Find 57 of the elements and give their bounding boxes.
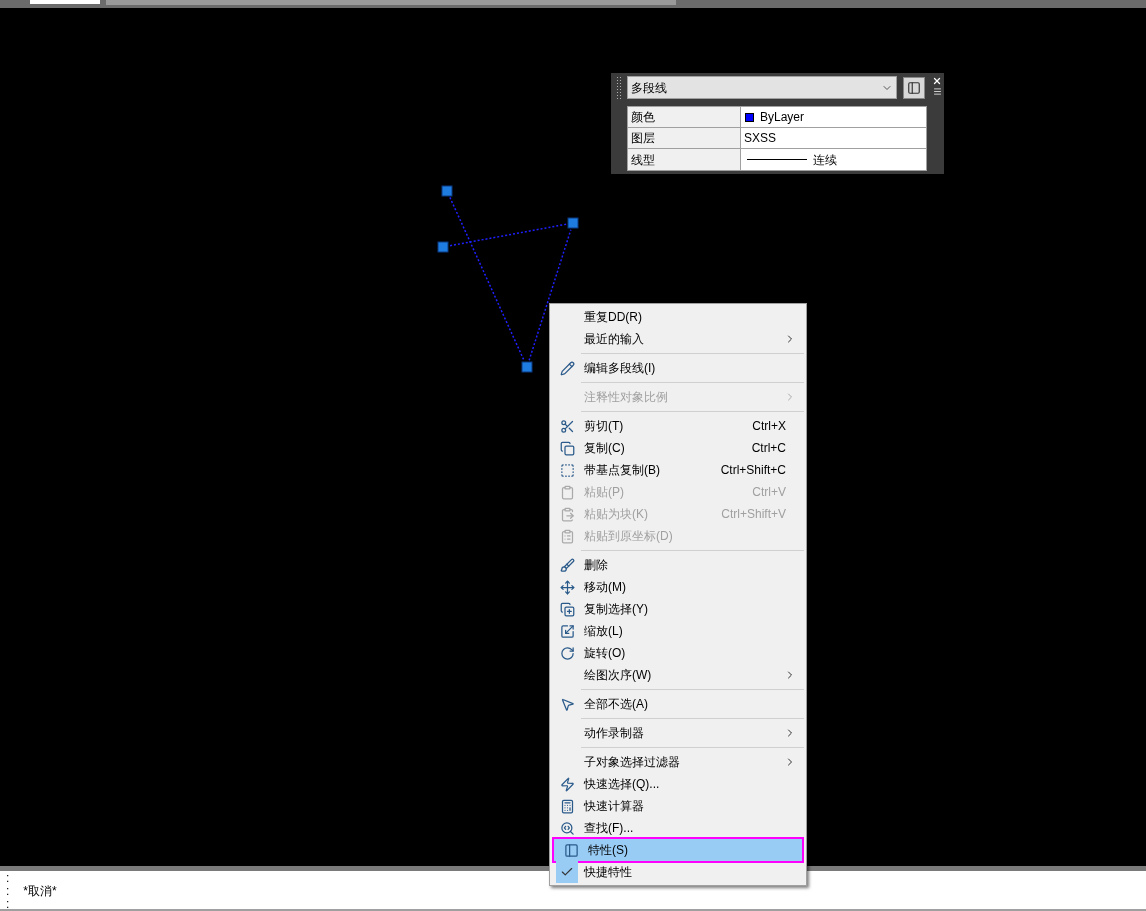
menu-item[interactable]: 带基点复制(B) Ctrl+Shift+C [550,459,806,481]
menu-item[interactable]: 删除 [550,554,806,576]
panel-icon [563,842,579,858]
menu-item[interactable]: 子对象选择过滤器 [550,751,806,773]
property-value[interactable]: ByLayer [741,107,926,127]
pointer-icon [559,696,575,712]
menu-item[interactable]: 复制(C) Ctrl+C [550,437,806,459]
grip-handle[interactable] [441,185,453,197]
copy-icon [559,440,575,456]
command-prompt: : [6,898,10,911]
menu-item[interactable]: 最近的输入 [550,328,806,350]
brush-icon [559,557,575,573]
property-label: 线型 [628,149,741,170]
property-value[interactable]: 连续 [741,149,926,170]
menu-item[interactable]: 重复DD(R) [550,306,806,328]
square-icon [559,462,575,478]
command-text: *取消* [23,885,57,898]
menu-item[interactable]: 复制选择(Y) [550,598,806,620]
command-prompt: : [6,872,10,885]
menu-item[interactable]: 动作录制器 [550,722,806,744]
resize-icon [559,623,575,639]
rotate-icon [559,645,575,661]
clipboard-icon [559,528,575,544]
object-type-dropdown[interactable]: 多段线 [627,76,897,99]
linetype-sample [747,159,807,160]
grip-handle[interactable] [521,361,533,373]
clipboard-icon [559,506,575,522]
menu-item[interactable]: 特性(S) [554,839,802,861]
menu-item[interactable]: 旋转(O) [550,642,806,664]
grip-handle[interactable] [437,241,449,253]
menu-item[interactable]: 剪切(T) Ctrl+X [550,415,806,437]
lightning-icon [559,776,575,792]
command-prompt: : [6,885,10,898]
menu-item[interactable]: 快速选择(Q)... [550,773,806,795]
menu-item[interactable]: 快速计算器 [550,795,806,817]
pencil-icon [559,360,575,376]
clipboard-icon [559,484,575,500]
copy-icon [559,601,575,617]
polyline-segment[interactable] [528,228,572,362]
menu-item[interactable]: 缩放(L) [550,620,806,642]
menu-item[interactable]: 绘图次序(W) [550,664,806,686]
menu-item[interactable]: 编辑多段线(I) [550,357,806,379]
menu-item[interactable]: 查找(F)... [550,817,806,839]
scissors-icon [559,418,575,434]
property-value[interactable]: SXSS [741,128,926,148]
menu-icon[interactable] [932,87,942,96]
search-icon [559,820,575,836]
property-label: 图层 [628,128,741,148]
calculator-icon [559,798,575,814]
panel-icon [907,80,921,95]
property-label: 颜色 [628,107,741,127]
menu-item[interactable]: 移动(M) [550,576,806,598]
grip-handle[interactable] [567,217,579,229]
close-icon[interactable] [932,76,942,86]
move-icon [559,579,575,595]
properties-toggle-button[interactable] [903,76,925,99]
menu-item[interactable]: 全部不选(A) [550,693,806,715]
